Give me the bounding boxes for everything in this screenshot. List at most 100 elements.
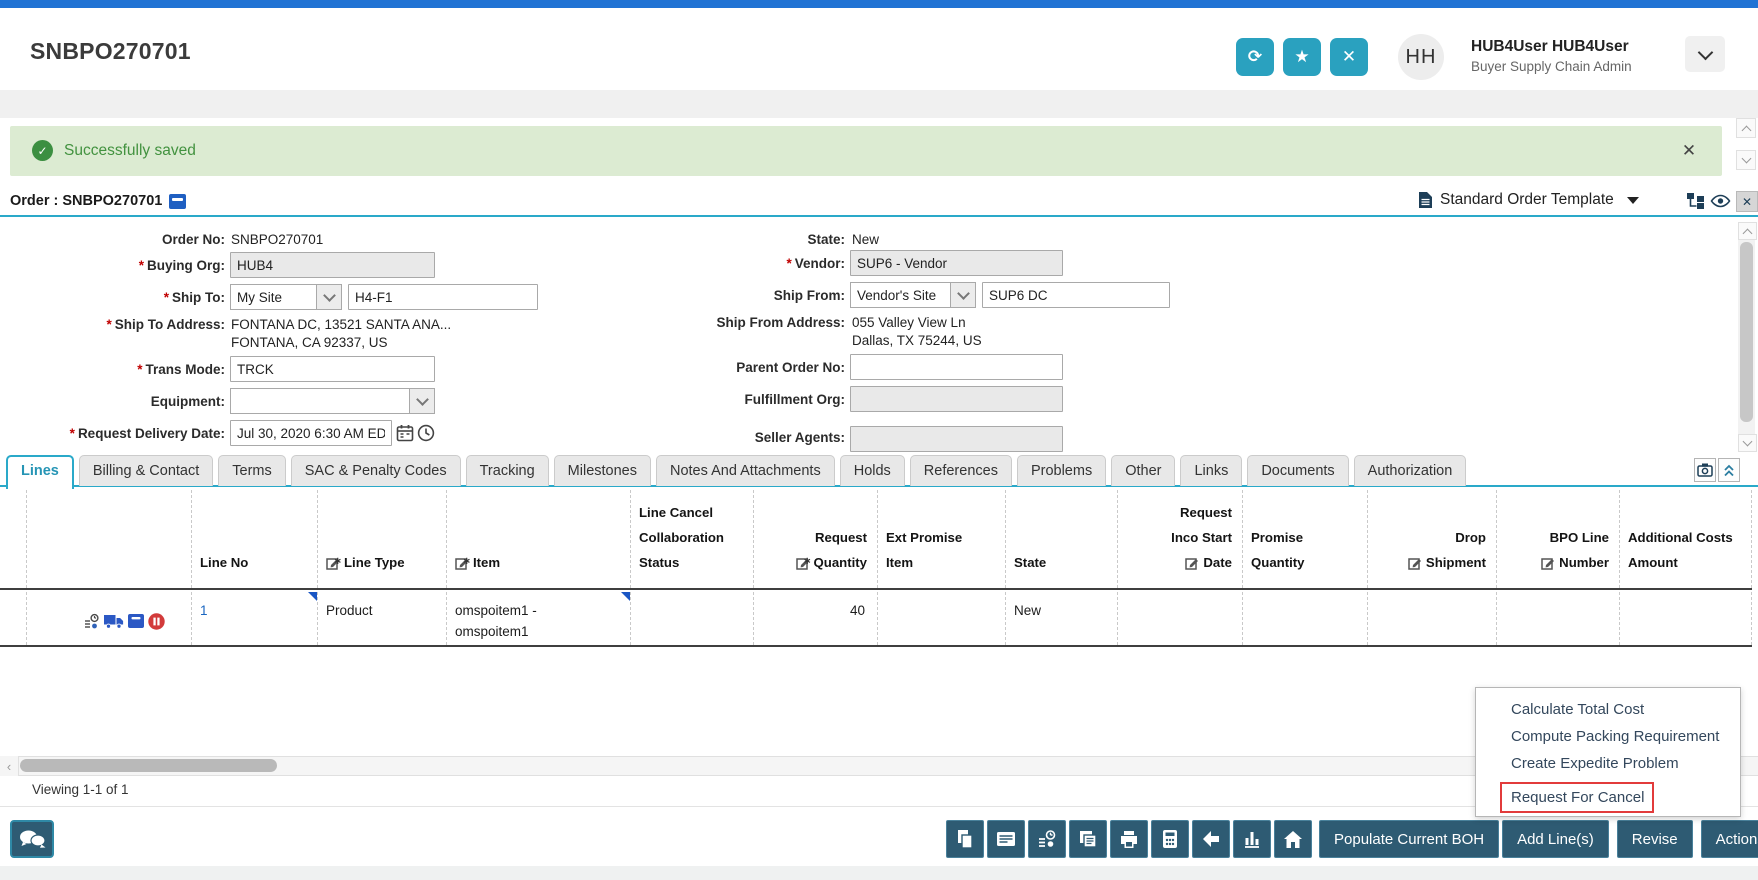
scroll-down-button[interactable] bbox=[1736, 150, 1756, 170]
buying-org-field[interactable] bbox=[230, 252, 435, 278]
fulfillment-org-field[interactable] bbox=[850, 386, 1063, 412]
lines-table-header: Line No ∗ Line Type ∗ Item Line Cancel Col… bbox=[0, 490, 1752, 590]
calculator-button[interactable] bbox=[1151, 820, 1189, 858]
tab-tracking[interactable]: Tracking bbox=[465, 455, 549, 486]
menu-item-calculate-total-cost[interactable]: Calculate Total Cost bbox=[1476, 696, 1740, 723]
seller-agents-label: Seller Agents: bbox=[754, 430, 845, 445]
print-button[interactable] bbox=[1110, 820, 1148, 858]
trans-mode-field[interactable] bbox=[230, 356, 435, 382]
form-scrollbar[interactable] bbox=[1738, 222, 1757, 452]
printer-icon bbox=[1121, 830, 1137, 848]
cell-line-type[interactable]: Product bbox=[317, 592, 446, 645]
col-item[interactable]: ∗ Item bbox=[446, 490, 630, 588]
tab-sac-penalty-codes[interactable]: SAC & Penalty Codes bbox=[290, 455, 461, 486]
col-additional-costs-amount[interactable]: Additional Costs Amount bbox=[1619, 490, 1752, 588]
menu-item-compute-packing-requirement[interactable]: Compute Packing Requirement bbox=[1476, 723, 1740, 750]
buying-org-label: * Buying Org: bbox=[138, 258, 225, 273]
actions-button[interactable]: Actions bbox=[1700, 820, 1758, 858]
menu-item-request-for-cancel[interactable]: Request For Cancel bbox=[1502, 784, 1652, 811]
archive-icon[interactable] bbox=[128, 614, 144, 633]
tab-holds[interactable]: Holds bbox=[839, 455, 905, 486]
grid-settings-button[interactable] bbox=[1694, 458, 1716, 482]
vendor-field[interactable] bbox=[850, 250, 1063, 276]
col-row-actions bbox=[26, 490, 191, 588]
col-promise-quantity[interactable]: Promise Quantity bbox=[1242, 490, 1367, 588]
collapse-panel-button[interactable] bbox=[1718, 458, 1740, 482]
tab-lines[interactable]: Lines bbox=[6, 455, 74, 489]
parent-order-no-field[interactable] bbox=[850, 354, 1063, 380]
chevron-down-icon bbox=[1741, 153, 1751, 163]
calendar-picker-button[interactable] bbox=[395, 423, 414, 443]
preview-button[interactable] bbox=[1710, 194, 1731, 213]
template-selector[interactable]: Standard Order Template bbox=[1418, 191, 1639, 209]
col-line-type[interactable]: ∗ Line Type bbox=[317, 490, 446, 588]
ship-to-type-select[interactable]: My Site bbox=[230, 284, 342, 310]
revise-button[interactable]: Revise bbox=[1616, 820, 1693, 858]
col-ext-promise-item[interactable]: Ext Promise Item bbox=[877, 490, 1005, 588]
tab-documents[interactable]: Documents bbox=[1247, 455, 1349, 486]
seller-agents-field[interactable] bbox=[850, 426, 1063, 452]
time-picker-button[interactable] bbox=[416, 423, 435, 443]
tab-milestones[interactable]: Milestones bbox=[553, 455, 651, 486]
user-menu-button[interactable] bbox=[1685, 36, 1725, 72]
order-no-value: SNBPO270701 bbox=[231, 232, 324, 247]
tab-notes-attachments[interactable]: Notes And Attachments bbox=[655, 455, 835, 486]
menu-item-create-expedite-problem[interactable]: Create Expedite Problem bbox=[1476, 750, 1740, 777]
col-request-inco-start-date[interactable]: Request Inco Start Date bbox=[1117, 490, 1242, 588]
tab-links[interactable]: Links bbox=[1180, 455, 1243, 486]
form-scroll-up-button[interactable] bbox=[1738, 222, 1757, 240]
equipment-select[interactable] bbox=[230, 388, 435, 414]
ship-to-field[interactable] bbox=[348, 284, 538, 310]
tab-billing-contact[interactable]: Billing & Contact bbox=[78, 455, 214, 486]
tab-authorization[interactable]: Authorization bbox=[1353, 455, 1467, 486]
close-view-button[interactable]: ✕ bbox=[1736, 191, 1758, 212]
order-archive-icon[interactable] bbox=[169, 193, 187, 209]
milestones-button[interactable] bbox=[1028, 820, 1066, 858]
cell-drop-shipment[interactable] bbox=[1367, 592, 1496, 645]
item-line1: omspoitem1 - bbox=[455, 603, 537, 618]
warehouse-button[interactable] bbox=[1274, 820, 1312, 858]
scroll-left-button[interactable]: ‹ bbox=[0, 756, 19, 776]
scroll-up-button[interactable] bbox=[1736, 118, 1756, 138]
pause-hold-icon[interactable] bbox=[148, 612, 165, 635]
horizontal-scrollbar-thumb[interactable] bbox=[20, 759, 277, 772]
col-line-no[interactable]: Line No bbox=[191, 490, 317, 588]
populate-current-boh-button[interactable]: Populate Current BOH bbox=[1319, 820, 1500, 858]
table-row: 1 Product omspoitem1 - omspoitem1 40 New bbox=[0, 592, 1752, 647]
col-drop-shipment[interactable]: Drop Shipment bbox=[1367, 490, 1496, 588]
truck-icon[interactable] bbox=[104, 614, 124, 634]
cell-bpo-line-number[interactable] bbox=[1496, 592, 1619, 645]
form-scrollbar-thumb[interactable] bbox=[1740, 242, 1753, 422]
col-line-cancel-status[interactable]: Line Cancel Collaboration Status bbox=[630, 490, 753, 588]
tab-terms[interactable]: Terms bbox=[218, 455, 286, 486]
copy-order-button[interactable] bbox=[946, 820, 984, 858]
refresh-button[interactable]: ⟳ bbox=[1236, 38, 1274, 76]
add-lines-button[interactable]: Add Line(s) bbox=[1502, 820, 1609, 858]
favorite-button[interactable]: ★ bbox=[1283, 38, 1321, 76]
ship-from-type-select[interactable]: Vendor's Site bbox=[850, 282, 976, 308]
hierarchy-view-button[interactable] bbox=[1686, 192, 1705, 214]
milestones-icon[interactable] bbox=[83, 613, 100, 635]
line-no-link[interactable]: 1 bbox=[200, 603, 208, 618]
tab-references[interactable]: References bbox=[909, 455, 1012, 486]
ship-from-field[interactable] bbox=[982, 282, 1170, 308]
col-request-quantity[interactable]: Request ∗ Quantity bbox=[753, 490, 877, 588]
chart-button[interactable] bbox=[1233, 820, 1271, 858]
col-bpo-line-number[interactable]: BPO Line Number bbox=[1496, 490, 1619, 588]
copy-lines-button[interactable] bbox=[1069, 820, 1107, 858]
col-state[interactable]: State bbox=[1005, 490, 1117, 588]
close-page-button[interactable]: ✕ bbox=[1330, 38, 1368, 76]
request-delivery-date-field[interactable] bbox=[230, 420, 392, 446]
cell-line-no: 1 bbox=[191, 592, 317, 645]
banner-close-button[interactable]: ✕ bbox=[1678, 140, 1700, 162]
avatar[interactable]: HH bbox=[1398, 34, 1444, 80]
cell-request-quantity[interactable]: 40 bbox=[753, 592, 877, 645]
tab-other[interactable]: Other bbox=[1111, 455, 1176, 486]
form-scroll-down-button[interactable] bbox=[1738, 434, 1757, 452]
tab-problems[interactable]: Problems bbox=[1016, 455, 1107, 486]
summary-card-button[interactable] bbox=[987, 820, 1025, 858]
cell-request-inco-start-date[interactable] bbox=[1117, 592, 1242, 645]
back-button[interactable] bbox=[1192, 820, 1230, 858]
cell-item[interactable]: omspoitem1 - omspoitem1 bbox=[446, 592, 630, 645]
chat-button[interactable] bbox=[10, 820, 54, 858]
